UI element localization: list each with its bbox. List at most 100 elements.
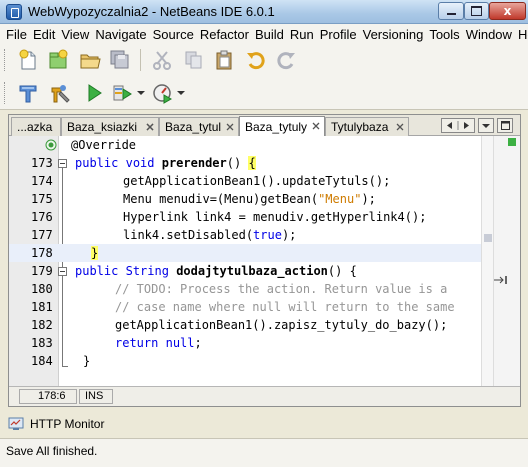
menu-window[interactable]: Window	[466, 27, 512, 42]
maximize-editor-button[interactable]	[497, 118, 513, 133]
current-line: 178 }	[9, 244, 481, 262]
fold-toggle-icon[interactable]	[58, 267, 67, 276]
close-tab-icon[interactable]	[312, 122, 320, 130]
code-text: Hyperlink link4 = menudiv.getHyperlink4(…	[123, 210, 427, 224]
http-monitor-icon	[8, 417, 24, 430]
menu-file[interactable]: File	[6, 27, 27, 42]
minimize-button[interactable]	[438, 2, 464, 20]
new-project-icon[interactable]	[46, 48, 70, 72]
build-icon[interactable]	[48, 81, 72, 105]
line-number: 175	[31, 192, 53, 206]
editor-tab-bar: ...azka Baza_ksiazki Baza_tytul Baza_tyt…	[9, 115, 520, 137]
menu-edit[interactable]: Edit	[33, 27, 55, 42]
open-project-icon[interactable]	[78, 48, 102, 72]
code-editor[interactable]: @Override 173 public void prerender() { …	[9, 136, 520, 386]
vertical-scrollbar[interactable]	[481, 136, 493, 386]
close-tab-icon[interactable]	[226, 123, 234, 131]
menu-source[interactable]: Source	[153, 27, 194, 42]
ide-status-bar: Save All finished.	[0, 438, 528, 467]
code-text: getApplicationBean1().updateTytuls();	[123, 174, 391, 188]
title-bar: WebWypozyczalnia2 - NetBeans IDE 6.0.1 x	[0, 0, 528, 24]
tab-baza-ksiazki[interactable]: Baza_ksiazki	[61, 117, 159, 136]
tab-scroll-buttons[interactable]	[441, 118, 475, 133]
menu-tools[interactable]: Tools	[429, 27, 459, 42]
menu-versioning[interactable]: Versioning	[363, 27, 424, 42]
redo-icon[interactable]	[274, 48, 298, 72]
code-line: 181 // case name where null will return …	[9, 298, 481, 316]
copy-icon[interactable]	[182, 48, 206, 72]
paste-icon[interactable]	[212, 48, 236, 72]
menu-build[interactable]: Build	[255, 27, 284, 42]
line-number: 173	[31, 156, 53, 170]
menu-refactor[interactable]: Refactor	[200, 27, 249, 42]
caret-position: 178:6	[19, 389, 77, 404]
code-line: 174 getApplicationBean1().updateTytuls()…	[9, 172, 481, 190]
tab-label: Baza_ksiazki	[67, 120, 138, 134]
code-line: 177 link4.setDisabled(true);	[9, 226, 481, 244]
menu-help[interactable]: Help	[518, 27, 528, 42]
menu-view[interactable]: View	[61, 27, 89, 42]
menu-navigate[interactable]: Navigate	[95, 27, 146, 42]
code-text: return null;	[115, 336, 202, 350]
clean-build-icon[interactable]	[16, 81, 40, 105]
tab-baza-tytul[interactable]: Baza_tytul	[159, 117, 239, 136]
scroll-thumb-icon[interactable]	[484, 234, 492, 242]
line-number: 180	[31, 282, 53, 296]
close-icon: x	[503, 4, 512, 18]
tab-label: Baza_tytuly	[245, 120, 308, 134]
code-line: 184 }	[9, 352, 481, 370]
tab-list-button[interactable]	[478, 118, 494, 133]
status-ok-icon[interactable]	[508, 138, 516, 146]
line-number: 178	[31, 246, 53, 260]
toolbar-separator	[140, 49, 141, 71]
code-line: 173 public void prerender() {	[9, 154, 481, 172]
close-tab-icon[interactable]	[146, 123, 154, 131]
code-line: 175 Menu menudiv=(Menu)getBean("Menu");	[9, 190, 481, 208]
code-text: getApplicationBean1().zapisz_tytuly_do_b…	[115, 318, 448, 332]
profile-icon[interactable]	[150, 81, 174, 105]
code-line: @Override	[9, 136, 481, 154]
editor-status-row: 178:6 INS	[9, 386, 520, 406]
line-number: 183	[31, 336, 53, 350]
tab-scroll-arrows-icon	[447, 121, 469, 130]
menu-bar: File Edit View Navigate Source Refactor …	[0, 24, 528, 44]
profile-dropdown-icon[interactable]	[176, 81, 186, 105]
save-all-icon[interactable]	[108, 48, 132, 72]
new-file-icon[interactable]	[16, 48, 40, 72]
code-text: link4.setDisabled(true);	[123, 228, 297, 242]
error-stripe[interactable]	[493, 136, 520, 386]
debug-icon[interactable]	[110, 81, 134, 105]
http-monitor-tab[interactable]: HTTP Monitor	[8, 413, 168, 435]
close-tab-icon[interactable]	[396, 123, 404, 131]
code-line: 179 public String dodajtytulbaza_action(…	[9, 262, 481, 280]
debug-dropdown-icon[interactable]	[136, 81, 146, 105]
code-text: // TODO: Process the action. Return valu…	[115, 282, 448, 296]
line-number: 177	[31, 228, 53, 242]
editor-window: ...azka Baza_ksiazki Baza_tytul Baza_tyt…	[8, 114, 521, 407]
code-text: }	[91, 246, 99, 260]
code-text: @Override	[71, 138, 137, 152]
split-handle-icon[interactable]	[494, 276, 508, 284]
toolbar-grip[interactable]	[4, 82, 7, 104]
undo-icon[interactable]	[244, 48, 268, 72]
line-number: 174	[31, 174, 53, 188]
toolbar-build-run	[0, 76, 528, 110]
menu-run[interactable]: Run	[290, 27, 314, 42]
http-monitor-label: HTTP Monitor	[30, 417, 105, 431]
fold-toggle-icon[interactable]	[58, 159, 67, 168]
run-icon[interactable]	[82, 81, 106, 105]
close-button[interactable]: x	[489, 2, 526, 20]
tab-label: ...azka	[17, 120, 53, 134]
cut-icon[interactable]	[150, 48, 174, 72]
code-line: 180 // TODO: Process the action. Return …	[9, 280, 481, 298]
line-number: 179	[31, 264, 53, 278]
maximize-button[interactable]	[464, 2, 489, 20]
line-number: 176	[31, 210, 53, 224]
toolbar-file-edit	[0, 44, 528, 76]
tab-baza-tytuly[interactable]: Baza_tytuly	[239, 116, 325, 137]
chevron-down-icon	[482, 123, 490, 128]
tab-tytulybaza[interactable]: Tytulybaza	[325, 117, 409, 136]
menu-profile[interactable]: Profile	[320, 27, 357, 42]
toolbar-grip[interactable]	[4, 49, 7, 71]
tab-azka[interactable]: ...azka	[11, 117, 61, 136]
